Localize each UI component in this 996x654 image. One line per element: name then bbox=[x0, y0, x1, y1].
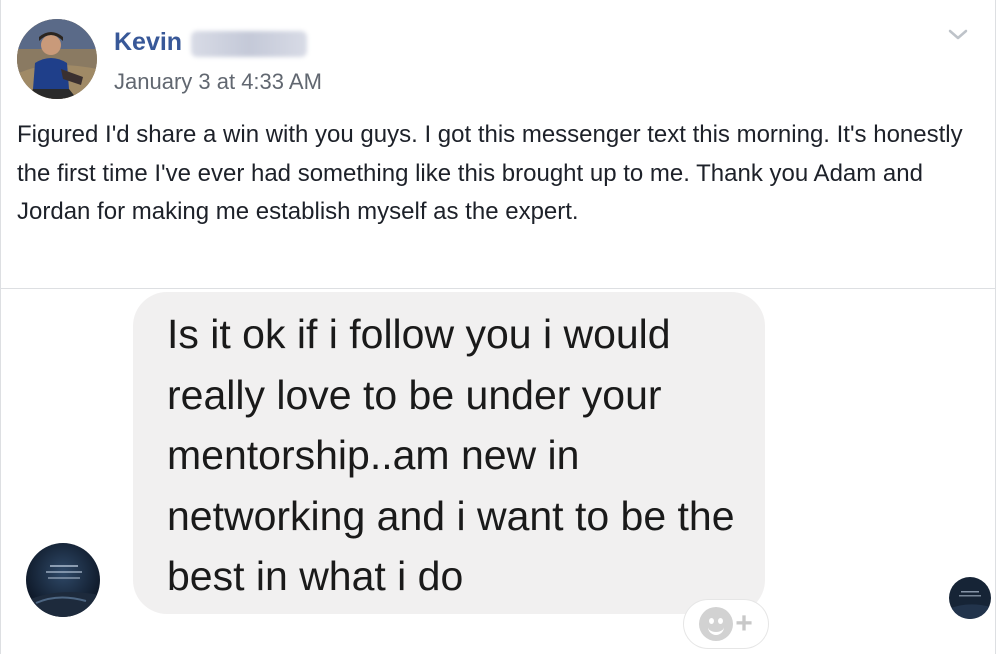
receiver-avatar bbox=[949, 577, 991, 619]
message-text: Is it ok if i follow you i would really … bbox=[167, 311, 735, 599]
plus-icon: + bbox=[735, 607, 753, 640]
post-timestamp[interactable]: January 3 at 4:33 AM bbox=[114, 69, 322, 95]
post-body-text: Figured I'd share a win with you guys. I… bbox=[17, 121, 963, 225]
feed-post: Kevin January 3 at 4:33 AM Figured I'd s… bbox=[0, 0, 996, 654]
sender-avatar-icon bbox=[26, 543, 100, 617]
add-reaction-icon[interactable]: + bbox=[684, 600, 768, 648]
smiley-icon bbox=[699, 607, 734, 641]
redacted-surname bbox=[191, 31, 307, 57]
sender-avatar bbox=[26, 543, 100, 617]
post-divider bbox=[1, 288, 996, 289]
chevron-down-icon[interactable] bbox=[947, 27, 969, 43]
author-name-link[interactable]: Kevin bbox=[114, 28, 182, 57]
receiver-avatar-icon bbox=[949, 577, 991, 619]
person-photo-icon bbox=[17, 19, 97, 99]
author-avatar[interactable] bbox=[17, 19, 97, 99]
